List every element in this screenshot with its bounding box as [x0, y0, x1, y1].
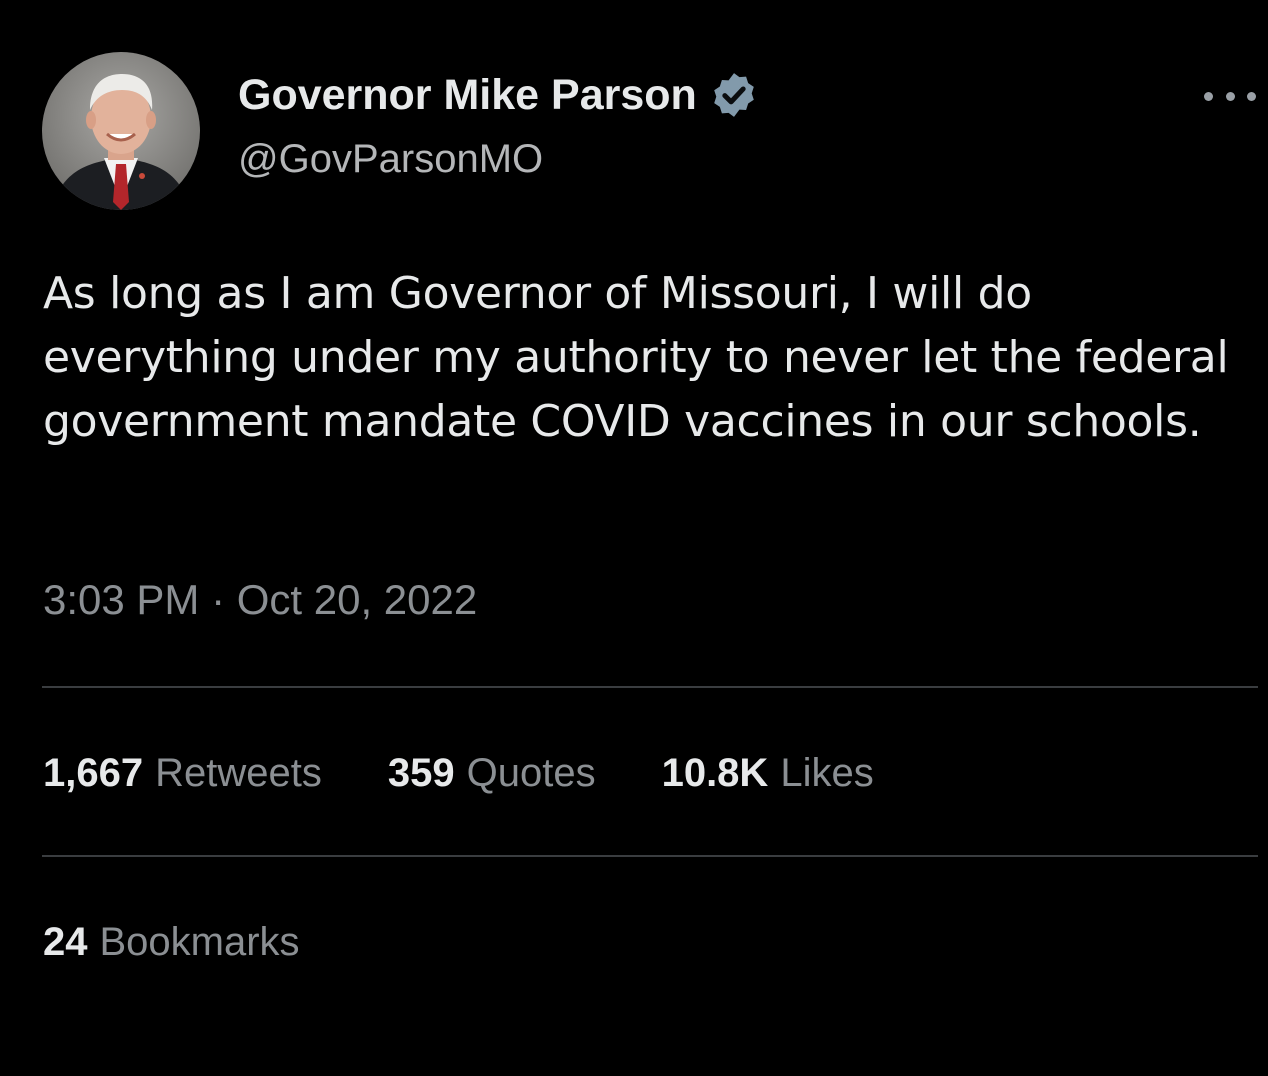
avatar[interactable]	[42, 52, 200, 210]
verified-check-icon	[714, 73, 754, 117]
author-handle[interactable]: @GovParsonMO	[238, 134, 543, 184]
likes-count: 10.8K	[661, 751, 769, 795]
engagement-stats: 1,667 Retweets 359 Quotes 10.8K Likes	[43, 746, 874, 800]
bookmarks-stat[interactable]: 24 Bookmarks	[43, 915, 300, 969]
quotes-label: Quotes	[466, 751, 596, 795]
more-dot-icon	[1225, 91, 1235, 101]
retweets-stat[interactable]: 1,667 Retweets	[43, 746, 322, 800]
author-name[interactable]: Governor Mike Parson	[238, 70, 759, 120]
divider	[42, 686, 1258, 688]
more-dot-icon	[1204, 91, 1213, 101]
tweet-text: As long as I am Governor of Missouri, I …	[43, 268, 1229, 447]
bookmarks-label: Bookmarks	[99, 920, 300, 964]
retweets-count: 1,667	[43, 751, 144, 795]
avatar-photo	[42, 52, 200, 210]
bookmarks-count: 24	[43, 920, 88, 964]
more-options-button[interactable]	[1200, 80, 1260, 112]
quotes-count: 359	[387, 751, 455, 795]
likes-label: Likes	[780, 751, 874, 795]
tweet-timestamp[interactable]: 3:03 PM · Oct 20, 2022	[43, 572, 477, 628]
retweets-label: Retweets	[155, 751, 322, 795]
author-display-name[interactable]: Governor Mike Parson	[238, 70, 697, 120]
divider	[42, 855, 1258, 857]
likes-stat[interactable]: 10.8K Likes	[662, 746, 874, 800]
tweet-card: Governor Mike Parson @GovParsonMO As lon…	[0, 0, 1268, 1076]
quotes-stat[interactable]: 359 Quotes	[388, 746, 596, 800]
more-dot-icon	[1247, 91, 1256, 101]
